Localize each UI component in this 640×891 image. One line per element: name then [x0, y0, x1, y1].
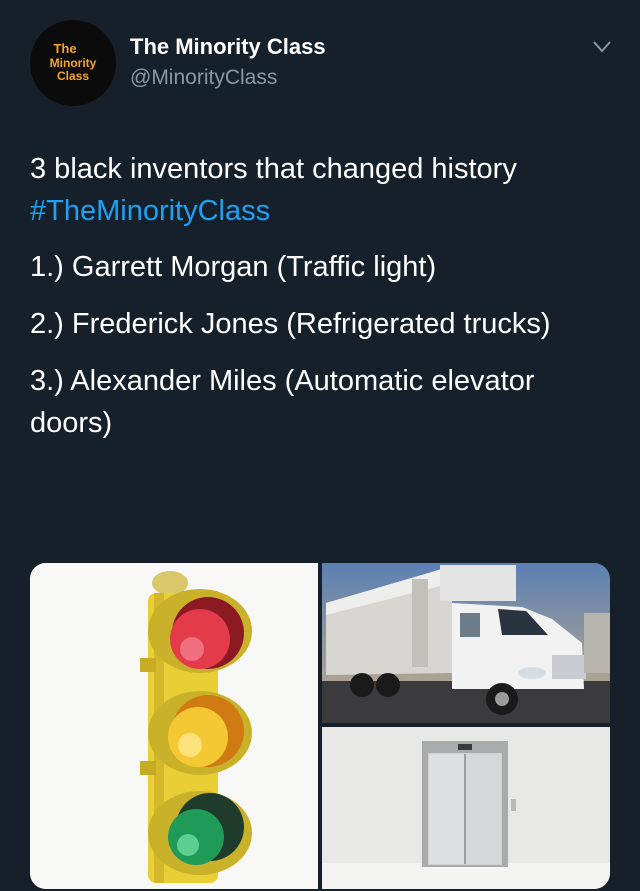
chevron-down-icon[interactable] — [592, 40, 612, 54]
tweet-headline: 3 black inventors that changed history #… — [30, 148, 620, 232]
media-grid — [30, 563, 610, 889]
list-item: 2.) Frederick Jones (Refrigerated trucks… — [30, 308, 551, 340]
refrigerated-truck-image[interactable] — [322, 563, 610, 723]
headline-text: 3 black inventors that changed history — [30, 153, 517, 185]
user-handle[interactable]: @MinorityClass — [130, 66, 277, 90]
avatar-text-line: Minority — [49, 55, 97, 70]
avatar-text-line: Class — [56, 69, 90, 84]
avatar[interactable]: The Minority Class — [30, 20, 116, 106]
traffic-light-image[interactable] — [30, 563, 318, 889]
hashtag-link[interactable]: #TheMinorityClass — [30, 190, 620, 232]
elevator-doors-image[interactable] — [322, 727, 610, 889]
list-item: 1.) Garrett Morgan (Traffic light) — [30, 251, 437, 283]
display-name[interactable]: The Minority Class — [130, 34, 326, 60]
tweet-text: 3 black inventors that changed history #… — [30, 148, 620, 459]
avatar-text-line: The — [53, 40, 77, 56]
list-item: 3.) Alexander Miles (Automatic elevator … — [30, 365, 535, 439]
